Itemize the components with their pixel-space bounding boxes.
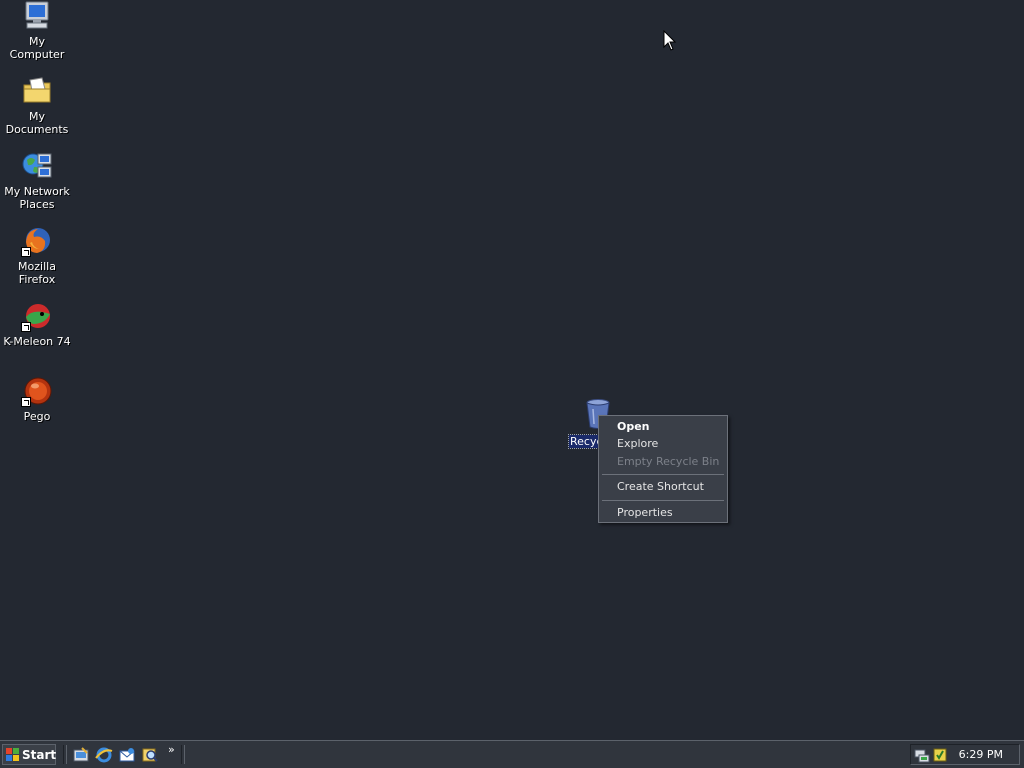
desktop-icon-label: My Documents: [5, 110, 69, 136]
toolbar-grip[interactable]: [181, 745, 185, 764]
menu-separator: [602, 500, 724, 501]
shortcut-arrow-icon: [21, 397, 31, 407]
quick-launch-outlook-express-icon[interactable]: [118, 746, 136, 764]
desktop-icon-mozilla-firefox[interactable]: Mozilla Firefox: [0, 225, 74, 286]
desktop-icon-label: My Computer: [9, 35, 65, 61]
k-meleon-icon: [21, 300, 53, 332]
menu-item-open[interactable]: Open: [599, 418, 727, 436]
menu-item-explore[interactable]: Explore: [599, 435, 727, 453]
quick-launch-overflow-button[interactable]: »: [168, 744, 178, 760]
desktop-icon-label: My Network: [4, 185, 70, 198]
firefox-icon: [21, 225, 53, 257]
network-globe-icon: [21, 150, 53, 182]
desktop-icon-my-computer[interactable]: My Computer: [0, 0, 74, 61]
quick-launch-search-icon[interactable]: [141, 746, 159, 764]
start-label: Start: [22, 747, 57, 762]
start-button[interactable]: Start: [2, 744, 56, 765]
desktop-icon-pego[interactable]: Pego: [0, 375, 74, 423]
pego-icon: [21, 375, 53, 407]
shortcut-arrow-icon: [21, 322, 31, 332]
desktop-icon-k-meleon[interactable]: K-Meleon 74: [0, 300, 74, 348]
menu-item-properties[interactable]: Properties: [599, 504, 727, 522]
desktop: My Computer My Documents My Network Plac…: [0, 0, 1024, 740]
tray-security-icon[interactable]: [932, 747, 948, 763]
menu-separator: [602, 474, 724, 475]
desktop-icon-label: Mozilla Firefox: [18, 260, 56, 286]
system-tray: 6:29 PM: [910, 744, 1020, 765]
toolbar-grip[interactable]: [63, 745, 67, 764]
computer-icon: [21, 0, 53, 32]
desktop-icon-label: K-Meleon 74: [3, 335, 71, 348]
menu-item-create-shortcut[interactable]: Create Shortcut: [599, 478, 727, 496]
desktop-icon-label: Pego: [23, 410, 51, 423]
quick-launch-show-desktop-icon[interactable]: [72, 746, 90, 764]
context-menu: Open Explore Empty Recycle Bin Create Sh…: [598, 415, 728, 523]
quick-launch-internet-explorer-icon[interactable]: [95, 746, 113, 764]
taskbar-clock[interactable]: 6:29 PM: [959, 748, 1003, 761]
mouse-cursor-icon: [663, 29, 677, 52]
windows-logo-icon: [6, 748, 19, 761]
documents-folder-icon: [21, 75, 53, 107]
menu-item-empty-recycle-bin: Empty Recycle Bin: [617, 455, 720, 468]
desktop-icon-label-line2: Places: [19, 198, 55, 211]
desktop-icon-my-network-places[interactable]: My Network Places: [0, 150, 74, 211]
shortcut-arrow-icon: [21, 247, 31, 257]
taskbar: Start » 6:29 PM: [0, 740, 1024, 768]
tray-network-icon[interactable]: [914, 747, 930, 763]
desktop-icon-my-documents[interactable]: My Documents: [0, 75, 74, 136]
